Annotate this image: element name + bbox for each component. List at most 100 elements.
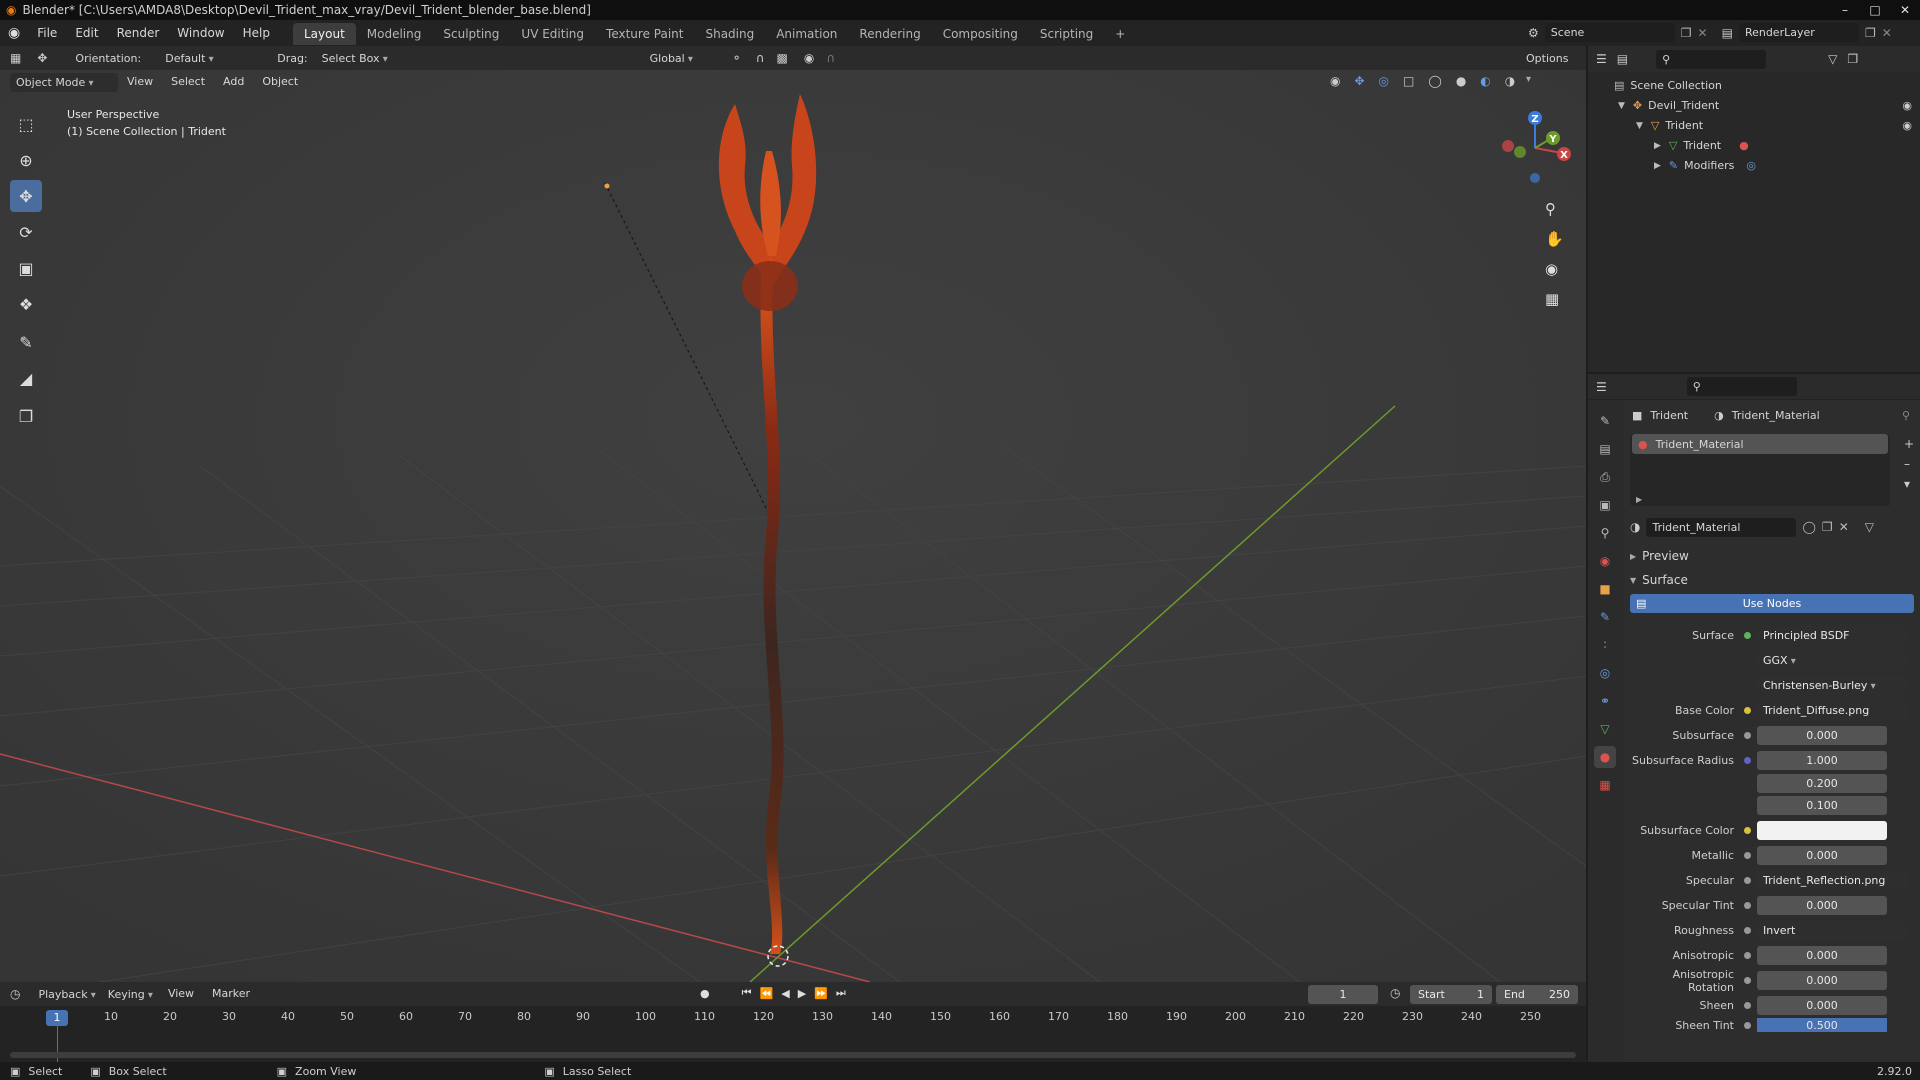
duplicate-material-icon[interactable]: ❐ bbox=[1822, 520, 1833, 534]
prev-keyframe-icon[interactable]: ⏪ bbox=[760, 987, 774, 1000]
pivot-point-icon[interactable]: ⚬ bbox=[732, 51, 742, 65]
new-scene-icon[interactable]: ❐ bbox=[1681, 26, 1692, 40]
anisotropic-rotation-field[interactable]: 0.000 bbox=[1757, 971, 1887, 990]
select-box-tool-icon[interactable]: ⬚ bbox=[10, 108, 42, 140]
cursor-tool-icon[interactable]: ⊕ bbox=[10, 144, 42, 176]
visibility-icon[interactable]: ◉ bbox=[1330, 74, 1340, 88]
timeline-ruler[interactable]: 1 10 20 30 40 50 60 70 80 90 100 110 120 130 140 150 16… bbox=[0, 1006, 1586, 1062]
scene-icon[interactable]: ⚙ bbox=[1528, 26, 1539, 40]
eye-icon[interactable]: ◉ bbox=[1902, 96, 1912, 116]
viewport-menu-select[interactable]: Select bbox=[162, 70, 214, 94]
object-tab-icon[interactable]: ■ bbox=[1594, 578, 1616, 600]
viewport-menu-view[interactable]: View bbox=[118, 70, 162, 94]
outliner-item-devil-trident[interactable]: ▼ ✥ Devil_Trident ◉ bbox=[1588, 96, 1920, 116]
play-reverse-icon[interactable]: ◀ bbox=[781, 987, 789, 1000]
expand-arrow-icon[interactable]: ▼ bbox=[1618, 96, 1625, 116]
transform-orientation-dropdown[interactable]: Global bbox=[643, 48, 720, 68]
render-layer-icon[interactable]: ▤ bbox=[1722, 26, 1733, 40]
pin-icon[interactable]: ⚲ bbox=[1902, 409, 1910, 422]
output-tab-icon[interactable]: ⎙ bbox=[1594, 466, 1616, 488]
tab-shading[interactable]: Shading bbox=[694, 23, 765, 45]
tool-tab-icon[interactable]: ✎ bbox=[1594, 410, 1616, 432]
viewport-menu-object[interactable]: Object bbox=[253, 70, 307, 94]
outliner-item-trident[interactable]: ▼ ▽ Trident ◉ bbox=[1588, 116, 1920, 136]
transform-tool-icon[interactable]: ❖ bbox=[10, 288, 42, 320]
play-icon[interactable]: ▶ bbox=[798, 987, 806, 1000]
constraints-tab-icon[interactable]: ⚭ bbox=[1594, 690, 1616, 712]
display-mode-icon[interactable]: ▤ bbox=[1617, 52, 1628, 66]
camera-view-icon[interactable]: ◉ bbox=[1545, 254, 1564, 284]
minimize-button[interactable]: – bbox=[1830, 0, 1860, 20]
expand-arrow-icon[interactable]: ▶ bbox=[1654, 136, 1661, 156]
drag-dropdown[interactable]: Select Box bbox=[315, 48, 404, 68]
menu-edit[interactable]: Edit bbox=[66, 20, 107, 46]
texture-tab-icon[interactable]: ▦ bbox=[1594, 774, 1616, 796]
keying-menu[interactable]: Keying bbox=[102, 985, 159, 1004]
add-slot-button[interactable]: + bbox=[1904, 434, 1914, 454]
base-color-field[interactable]: Trident_Diffuse.png bbox=[1757, 701, 1907, 720]
tab-layout[interactable]: Layout bbox=[292, 23, 356, 45]
record-icon[interactable]: ● bbox=[700, 987, 710, 1000]
3d-viewport[interactable]: ▦ ✥ Orientation: Default Drag: Select Bo… bbox=[0, 46, 1586, 982]
preview-panel-header[interactable]: ▶ Preview bbox=[1630, 544, 1914, 568]
axis-gizmo[interactable]: Z X Y bbox=[1490, 108, 1580, 188]
physics-tab-icon[interactable]: ◎ bbox=[1594, 662, 1616, 684]
outliner-item-scene-collection[interactable]: ▤ Scene Collection bbox=[1588, 76, 1920, 96]
rotate-tool-icon[interactable]: ⟳ bbox=[10, 216, 42, 248]
new-collection-icon[interactable]: ❐ bbox=[1847, 52, 1858, 66]
expand-arrow-icon[interactable]: ▶ bbox=[1654, 156, 1661, 176]
anisotropic-field[interactable]: 0.000 bbox=[1757, 946, 1887, 965]
playhead[interactable]: 1 bbox=[46, 1010, 68, 1026]
material-slot[interactable]: ● Trident_Material bbox=[1632, 434, 1888, 454]
subsurface-method-dropdown[interactable]: Christensen-Burley bbox=[1757, 676, 1907, 695]
wireframe-shading-icon[interactable]: ◯ bbox=[1428, 74, 1441, 88]
options-dropdown[interactable]: Options bbox=[1520, 49, 1578, 68]
add-workspace-button[interactable]: + bbox=[1104, 23, 1136, 45]
blender-menu-icon[interactable]: ◉ bbox=[0, 25, 28, 41]
fake-user-icon[interactable]: ◯ bbox=[1802, 520, 1815, 534]
menu-help[interactable]: Help bbox=[234, 20, 279, 46]
marker-menu[interactable]: Marker bbox=[203, 982, 259, 1006]
tab-scripting[interactable]: Scripting bbox=[1029, 23, 1104, 45]
transform-tool-icon[interactable]: ✥ bbox=[29, 51, 55, 65]
subsurface-color-swatch[interactable] bbox=[1757, 821, 1887, 840]
world-tab-icon[interactable]: ◉ bbox=[1594, 550, 1616, 572]
falloff-icon[interactable]: ∩ bbox=[826, 51, 835, 65]
subsurface-radius-z-field[interactable]: 0.100 bbox=[1757, 796, 1887, 815]
gizmo-toggle-icon[interactable]: ✥ bbox=[1354, 74, 1364, 88]
new-layer-icon[interactable]: ❐ bbox=[1865, 26, 1876, 40]
subsurface-radius-x-field[interactable]: 1.000 bbox=[1757, 751, 1887, 770]
material-shading-icon[interactable]: ◐ bbox=[1480, 74, 1490, 88]
delete-layer-icon[interactable]: ✕ bbox=[1882, 26, 1892, 40]
overlay-toggle-icon[interactable]: ◎ bbox=[1379, 74, 1389, 88]
material-name-field[interactable]: Trident_Material bbox=[1646, 517, 1797, 537]
surface-shader-field[interactable]: Principled BSDF bbox=[1757, 626, 1907, 645]
specular-tint-field[interactable]: 0.000 bbox=[1757, 896, 1887, 915]
sheen-field[interactable]: 0.000 bbox=[1757, 996, 1887, 1015]
playback-menu[interactable]: Playback bbox=[32, 985, 101, 1004]
remove-slot-button[interactable]: – bbox=[1904, 454, 1914, 474]
move-tool-icon[interactable]: ✥ bbox=[10, 180, 42, 212]
eye-icon[interactable]: ◉ bbox=[1902, 116, 1912, 136]
jump-start-icon[interactable]: ⏮ bbox=[742, 986, 752, 1000]
unlink-material-icon[interactable]: ✕ bbox=[1839, 520, 1849, 534]
rendered-shading-icon[interactable]: ◑ bbox=[1505, 74, 1515, 88]
metallic-field[interactable]: 0.000 bbox=[1757, 846, 1887, 865]
timeline-view-menu[interactable]: View bbox=[159, 982, 203, 1006]
start-frame-field[interactable]: Start 1 bbox=[1410, 985, 1492, 1004]
modifier-tab-icon[interactable]: ✎ bbox=[1594, 606, 1616, 628]
outliner-item-modifiers[interactable]: ▶ ✎ Modifiers ◎ bbox=[1588, 156, 1920, 176]
material-icon[interactable]: ● bbox=[1739, 136, 1749, 156]
preview-range-icon[interactable]: ◷ bbox=[1390, 986, 1400, 1000]
sheen-tint-field[interactable]: 0.500 bbox=[1757, 1018, 1887, 1032]
xray-icon[interactable]: □ bbox=[1403, 74, 1414, 88]
specular-field[interactable]: Trident_Reflection.png bbox=[1757, 871, 1907, 890]
zoom-icon[interactable]: ⚲ bbox=[1545, 194, 1564, 224]
orientation-dropdown[interactable]: Default bbox=[159, 48, 258, 68]
use-nodes-button[interactable]: ▤ Use Nodes bbox=[1630, 594, 1914, 613]
particles-tab-icon[interactable]: ∶ bbox=[1594, 634, 1616, 656]
mode-dropdown[interactable]: Object Mode bbox=[10, 72, 118, 92]
navigation-gizmo[interactable]: Z X Y ⚲ ✋ ◉ ▦ bbox=[1490, 108, 1580, 308]
add-cube-tool-icon[interactable]: ❐ bbox=[10, 400, 42, 432]
menu-file[interactable]: File bbox=[28, 20, 66, 46]
